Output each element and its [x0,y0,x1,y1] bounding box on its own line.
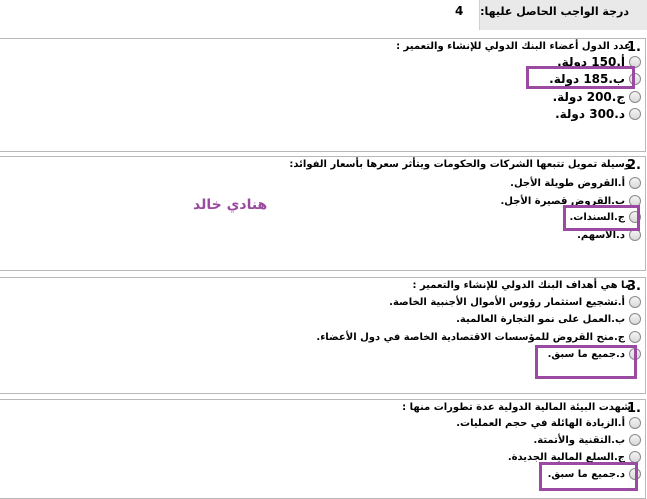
radio-button[interactable] [629,434,641,446]
option-a[interactable]: أ.القروض طويلة الأجل. [510,175,641,191]
question-box-1: 1. عدد الدول أعضاء البنك الدولي للإنشاء … [0,38,646,152]
grade-label: درجة الواجب الحاصل عليها: [480,5,629,18]
option-c[interactable]: ج.منح القروض للمؤسسات الاقتصادية الخاصة … [316,329,641,345]
option-b[interactable]: ب.العمل على نمو التجارة العالمية. [456,311,641,327]
grade-value: 4 [455,4,464,18]
radio-button[interactable] [629,296,641,308]
answer-highlight-q2 [563,205,640,231]
watermark-name: هنادي خالد [193,197,268,213]
option-b[interactable]: ب.التقنية والأتمتة. [533,432,641,448]
answer-highlight-q3 [535,345,637,379]
option-a[interactable]: أ.تشجيع استثمار رؤوس الأموال الأجنبية ال… [389,294,641,310]
radio-button[interactable] [629,91,641,103]
answer-highlight-q1 [526,66,635,89]
question-box-2: 2. وسيلة تمويل تتبعها الشركات والحكومات … [0,156,646,271]
option-label: ج.منح القروض للمؤسسات الاقتصادية الخاصة … [316,331,625,343]
radio-button[interactable] [629,417,641,429]
option-label: ج.200 دولة. [552,90,625,104]
answer-highlight-q4 [539,462,638,491]
question-text: وسيلة تمويل تتبعها الشركات والحكومات ويت… [289,159,631,170]
option-d[interactable]: د.300 دولة. [555,106,641,122]
option-label: أ.تشجيع استثمار رؤوس الأموال الأجنبية ال… [389,296,625,308]
radio-button[interactable] [629,177,641,189]
option-label: ج.السلع المالية الجديدة. [507,451,625,463]
question-text: شهدت البيئة المالية الدولية عدة تطورات م… [402,402,631,413]
option-label: أ.الزيادة الهائلة في حجم العمليات. [456,417,625,429]
option-label: د.300 دولة. [555,107,625,121]
option-a[interactable]: أ.الزيادة الهائلة في حجم العمليات. [456,415,641,431]
option-label: ب.العمل على نمو التجارة العالمية. [456,313,625,325]
option-label: د.الأسهم. [577,229,625,241]
question-text: ما هي أهداف البنك الدولي للإنشاء والتعمي… [412,280,631,291]
option-c[interactable]: ج.200 دولة. [553,89,641,105]
question-text: عدد الدول أعضاء البنك الدولي للإنشاء وال… [396,41,631,52]
radio-button[interactable] [629,313,641,325]
grade-label-cell: درجة الواجب الحاصل عليها: [479,0,647,30]
radio-button[interactable] [629,108,641,120]
radio-button[interactable] [629,331,641,343]
option-label: أ.القروض طويلة الأجل. [510,177,625,189]
grade-bar: 4 درجة الواجب الحاصل عليها: [0,0,647,30]
option-label: ب.التقنية والأتمتة. [533,434,625,446]
